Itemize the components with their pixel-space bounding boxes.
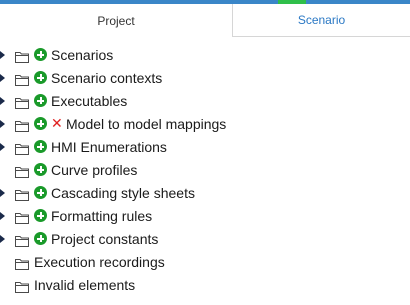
add-icon[interactable] (34, 71, 47, 84)
add-icon[interactable] (34, 117, 47, 130)
expand-arrow-icon[interactable] (0, 97, 5, 105)
tree-item[interactable]: Cascading style sheets (0, 182, 410, 205)
tree-item-label: Curve profiles (51, 162, 138, 178)
folder-icon (15, 50, 29, 63)
tree-item[interactable]: Scenarios (0, 44, 410, 67)
tree-item-label: Execution recordings (34, 254, 165, 270)
expand-arrow-icon[interactable] (0, 120, 5, 128)
tree-item-label: Scenarios (51, 47, 114, 63)
tab-project[interactable]: Project (0, 4, 233, 37)
folder-icon (15, 211, 29, 224)
tree-item-label: Invalid elements (34, 277, 136, 293)
folder-icon (15, 188, 29, 201)
tree-item-label: Scenario contexts (51, 70, 163, 86)
folder-icon (15, 73, 29, 86)
tree-item[interactable]: Project constants (0, 228, 410, 251)
tree-item[interactable]: Formatting rules (0, 205, 410, 228)
tree-item-label: HMI Enumerations (51, 139, 167, 155)
add-icon[interactable] (34, 163, 47, 176)
project-tree: Scenarios Scenario contexts Executables ✕ Mo… (0, 44, 410, 297)
project-explorer-panel: Project Scenario Scenarios Scenario conte… (0, 0, 410, 305)
tree-item-label: Executables (51, 93, 128, 109)
add-icon[interactable] (34, 94, 47, 107)
tree-item[interactable]: Executables (0, 90, 410, 113)
expand-arrow-icon[interactable] (0, 189, 5, 197)
expand-arrow-icon[interactable] (0, 235, 5, 243)
folder-icon (15, 234, 29, 247)
tree-item-label: Model to model mappings (66, 116, 227, 132)
remove-icon[interactable]: ✕ (51, 116, 63, 131)
tree-item-label: Formatting rules (51, 208, 153, 224)
expand-arrow-icon[interactable] (0, 51, 5, 59)
tree-item[interactable]: HMI Enumerations (0, 136, 410, 159)
folder-icon (15, 165, 29, 178)
add-icon[interactable] (34, 48, 47, 61)
tab-bar: Project Scenario (0, 4, 410, 37)
expand-arrow-icon[interactable] (0, 74, 5, 82)
add-icon[interactable] (34, 232, 47, 245)
folder-icon (15, 142, 29, 155)
expand-arrow-icon[interactable] (0, 212, 5, 220)
tree-item-label: Project constants (51, 231, 159, 247)
tab-scenario[interactable]: Scenario (233, 4, 410, 37)
tree-item-label: Cascading style sheets (51, 185, 195, 201)
expand-arrow-icon[interactable] (0, 143, 5, 151)
add-icon[interactable] (34, 186, 47, 199)
tree-item[interactable]: ✕ Model to model mappings (0, 113, 410, 136)
add-icon[interactable] (34, 209, 47, 222)
folder-icon (15, 96, 29, 109)
tree-item[interactable]: Curve profiles (0, 159, 410, 182)
folder-icon (15, 280, 29, 293)
add-icon[interactable] (34, 140, 47, 153)
folder-icon (15, 257, 29, 270)
folder-icon (15, 119, 29, 132)
tree-item[interactable]: Scenario contexts (0, 67, 410, 90)
tree-item[interactable]: Invalid elements (0, 274, 410, 297)
tree-item[interactable]: Execution recordings (0, 251, 410, 274)
